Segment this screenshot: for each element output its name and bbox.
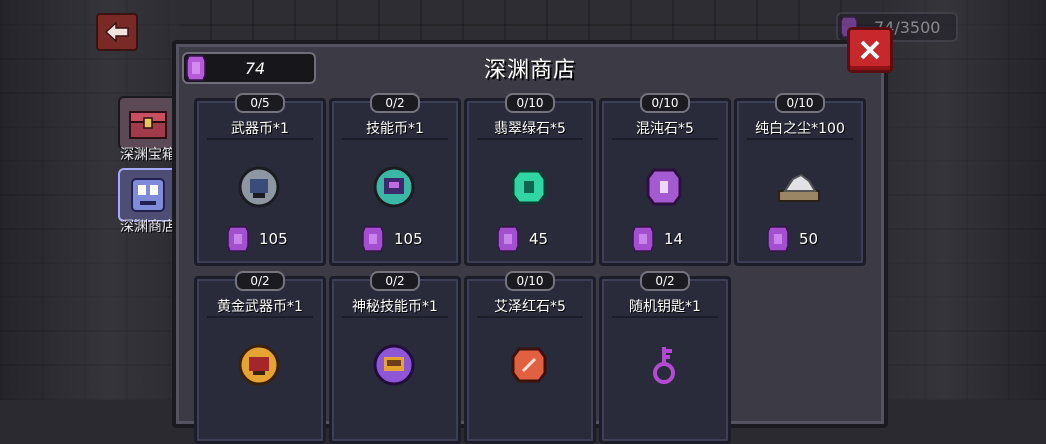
shop-item-card[interactable]: 0/10 艾泽红石*5	[464, 271, 596, 444]
item-name: 艾泽红石*5	[494, 299, 566, 315]
shop-item-card[interactable]: 0/2 技能币*1 105	[329, 93, 461, 266]
gem-icon	[362, 226, 384, 252]
divider	[612, 316, 718, 318]
item-price: 45	[497, 226, 548, 252]
skill-coin-icon	[373, 166, 415, 208]
item-name: 翡翠绿石*5	[494, 121, 566, 137]
weapon-coin-icon	[238, 166, 280, 208]
item-price: 105	[362, 226, 423, 252]
shop-item-card[interactable]: 0/10 混沌石*5 14	[599, 93, 731, 266]
price-value: 105	[259, 230, 288, 248]
purchase-count: 0/2	[640, 271, 690, 291]
gold-weapon-coin-icon	[238, 344, 280, 386]
back-arrow-icon	[104, 21, 129, 43]
purchase-count: 0/2	[370, 93, 420, 113]
shop-item-card[interactable]: 0/2 随机钥匙*1	[599, 271, 731, 444]
item-price: 14	[632, 226, 683, 252]
item-name: 黄金武器币*1	[217, 299, 303, 315]
shop-item-card[interactable]: 0/2 神秘技能币*1	[329, 271, 461, 444]
divider	[747, 138, 853, 140]
close-button[interactable]	[847, 27, 893, 73]
purchase-count: 0/10	[775, 93, 825, 113]
gem-icon	[186, 55, 206, 81]
gem-icon	[227, 226, 249, 252]
item-name: 混沌石*5	[636, 121, 694, 137]
gem-icon	[497, 226, 519, 252]
close-icon	[860, 40, 880, 60]
emerald-stone-icon	[511, 169, 547, 205]
price-value: 45	[529, 230, 549, 248]
panel-gem-counter: 74	[182, 52, 316, 84]
price-value: 50	[799, 230, 819, 248]
chaos-stone-icon	[646, 168, 682, 206]
divider	[477, 138, 583, 140]
item-name: 纯白之尘*100	[755, 121, 845, 137]
price-value: 14	[664, 230, 684, 248]
shop-panel: 深渊商店 74 0/5 武器币*1 105 0/2 技能币*1 105 0/10…	[172, 40, 888, 444]
random-key-icon	[653, 347, 675, 384]
purchase-count: 0/2	[235, 271, 285, 291]
gem-icon	[767, 226, 789, 252]
price-value: 105	[394, 230, 423, 248]
background-pillar-right	[876, 0, 1046, 400]
back-button[interactable]	[96, 13, 138, 51]
white-dust-icon	[778, 173, 820, 202]
item-price: 50	[767, 226, 818, 252]
divider	[207, 316, 313, 318]
item-price: 105	[227, 226, 288, 252]
side-tab-label: 深渊商店	[120, 219, 176, 235]
divider	[207, 138, 313, 140]
divider	[477, 316, 583, 318]
item-name: 技能币*1	[366, 121, 424, 137]
purchase-count: 0/2	[370, 271, 420, 291]
shop-item-card[interactable]: 0/10 翡翠绿石*5 45	[464, 93, 596, 266]
red-stone-icon	[511, 347, 547, 383]
purchase-count: 0/5	[235, 93, 285, 113]
purchase-count: 0/10	[505, 271, 555, 291]
chest-icon	[118, 96, 178, 150]
divider	[342, 316, 448, 318]
item-name: 武器币*1	[231, 121, 289, 137]
purchase-count: 0/10	[640, 93, 690, 113]
item-name: 神秘技能币*1	[352, 299, 438, 315]
purchase-count: 0/10	[505, 93, 555, 113]
divider	[342, 138, 448, 140]
shop-item-card[interactable]: 0/5 武器币*1 105	[194, 93, 326, 266]
shop-item-card[interactable]: 0/10 纯白之尘*100 50	[734, 93, 866, 266]
shop-icon	[118, 168, 178, 222]
shop-item-card[interactable]: 0/2 黄金武器币*1	[194, 271, 326, 444]
side-tab-label: 深渊宝箱	[120, 147, 176, 163]
item-name: 随机钥匙*1	[629, 299, 701, 315]
mystery-skill-coin-icon	[373, 344, 415, 386]
divider	[612, 138, 718, 140]
gem-icon	[632, 226, 654, 252]
panel-gem-amount: 74	[244, 58, 266, 78]
